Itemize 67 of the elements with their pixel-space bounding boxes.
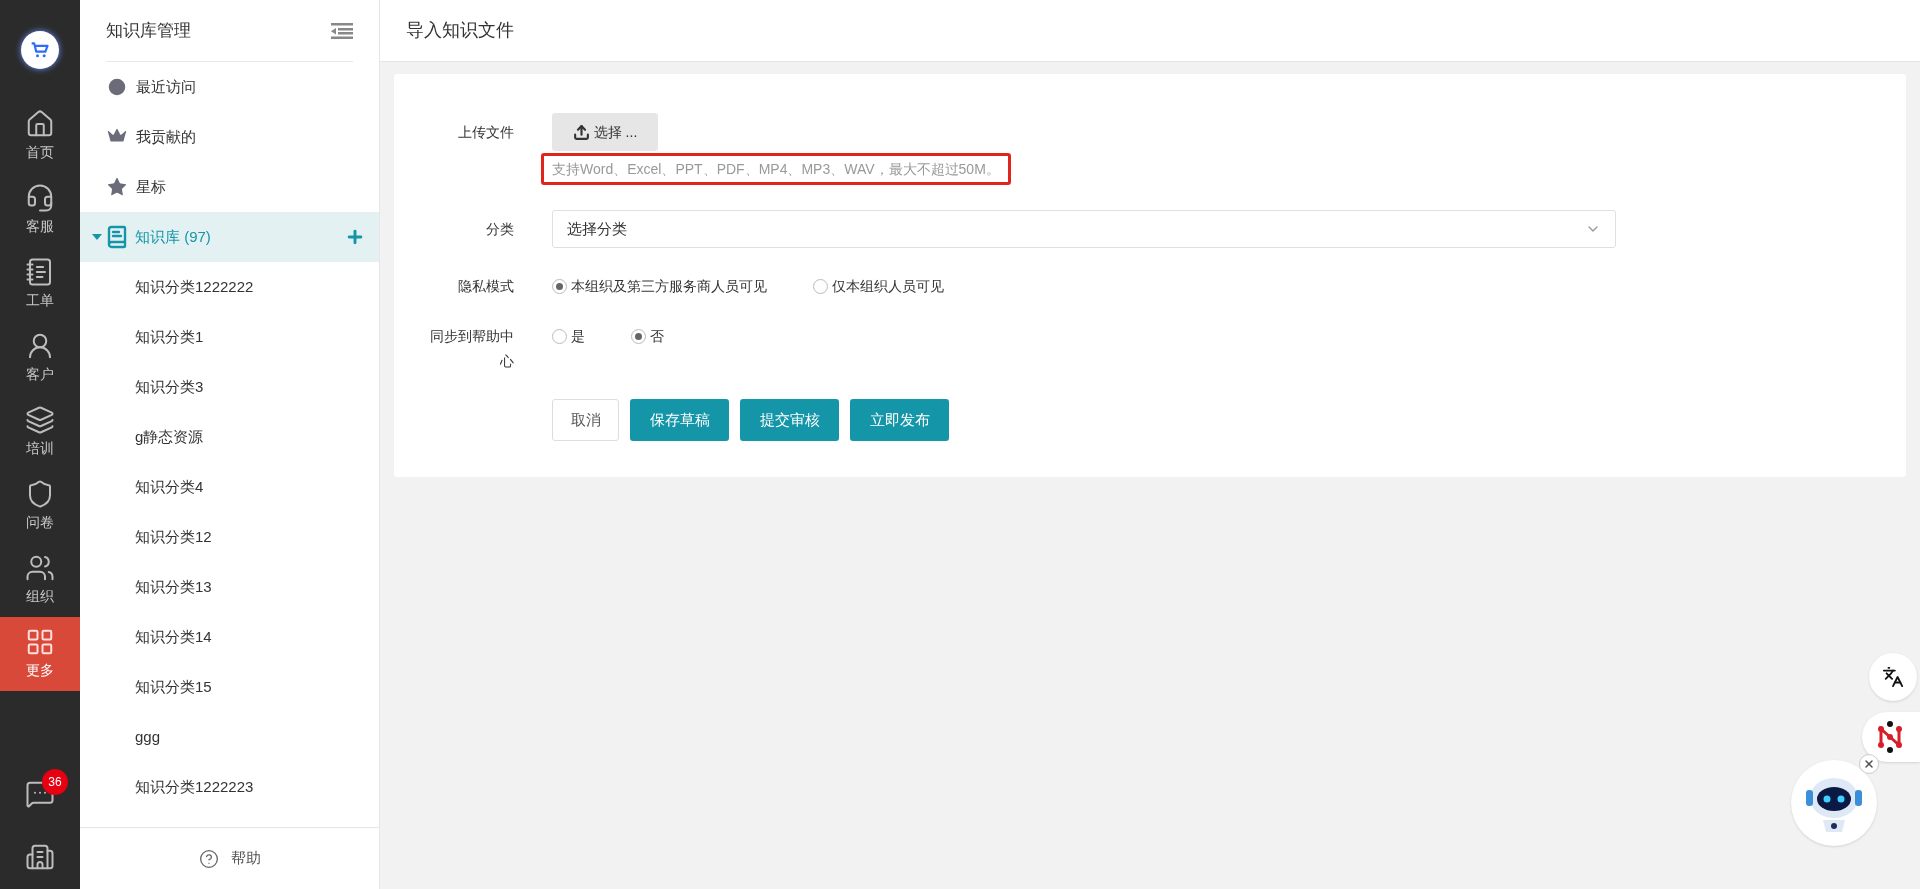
- nav-item[interactable]: 客服: [0, 173, 80, 247]
- collapse-icon[interactable]: [331, 22, 353, 39]
- upload-hint: 支持Word、Excel、PPT、PDF、MP4、MP3、WAV，最大不超过50M。: [552, 161, 1000, 177]
- action-button[interactable]: 提交审核: [740, 399, 839, 441]
- grid-icon: [25, 627, 55, 657]
- star-icon: [106, 176, 128, 198]
- sidebar-item[interactable]: 星标: [80, 162, 379, 212]
- nav-item[interactable]: 培训: [0, 395, 80, 469]
- radio-option[interactable]: 仅本组织人员可见: [813, 275, 944, 297]
- category-item[interactable]: g静态资源: [80, 412, 379, 462]
- building-icon: [25, 842, 55, 872]
- network-icon: [1877, 721, 1905, 753]
- caret-icon: [92, 233, 102, 241]
- category-item[interactable]: 知识分类4: [80, 462, 379, 512]
- category-item[interactable]: 知识分类12: [80, 512, 379, 562]
- close-icon: [1863, 758, 1875, 770]
- nav-item[interactable]: 问卷: [0, 469, 80, 543]
- floating-app-button[interactable]: [1862, 712, 1920, 762]
- nav-item[interactable]: 组织: [0, 543, 80, 617]
- people-icon: [25, 553, 55, 583]
- field-label: 上传文件: [458, 124, 514, 140]
- help-icon: [198, 848, 219, 869]
- close-button[interactable]: [1859, 754, 1879, 774]
- radio-button[interactable]: [631, 329, 646, 344]
- category-item[interactable]: 知识分类13: [80, 562, 379, 612]
- category-item[interactable]: ggg: [80, 712, 379, 762]
- category-item[interactable]: 知识分类3: [80, 362, 379, 412]
- field-label: 同步到帮助中心: [430, 328, 514, 369]
- chat-button[interactable]: 36: [0, 763, 80, 825]
- notification-badge: 36: [42, 769, 68, 795]
- radio-option[interactable]: 否: [631, 326, 664, 347]
- field-label: 隐私模式: [458, 277, 514, 294]
- action-button[interactable]: 保存草稿: [630, 399, 729, 441]
- radio-option[interactable]: 是: [552, 326, 585, 347]
- layers-icon: [25, 405, 55, 435]
- radio-button[interactable]: [552, 278, 567, 294]
- upload-button[interactable]: 选择 ...: [552, 113, 658, 151]
- sidebar-title: 知识库管理: [106, 19, 191, 42]
- category-item[interactable]: 知识分类15: [80, 662, 379, 712]
- sidebar-item[interactable]: 我贡献的: [80, 112, 379, 162]
- nav-item[interactable]: 更多: [0, 617, 80, 691]
- radio-button[interactable]: [813, 278, 828, 294]
- category-item[interactable]: 知识分类1222222: [80, 262, 379, 312]
- category-item[interactable]: 知识分类14: [80, 612, 379, 662]
- upload-icon: [572, 123, 590, 141]
- sidebar-item[interactable]: 最近访问: [80, 62, 379, 112]
- home-icon: [25, 109, 55, 139]
- nav-item[interactable]: 工单: [0, 247, 80, 321]
- radio-option[interactable]: 本组织及第三方服务商人员可见: [552, 275, 767, 297]
- headset-icon: [25, 183, 55, 213]
- logo-icon: [21, 30, 59, 69]
- category-item[interactable]: 知识分类1: [80, 312, 379, 362]
- action-button[interactable]: 取消: [552, 399, 619, 441]
- field-label: 分类: [486, 221, 514, 237]
- assistant-button[interactable]: [1791, 760, 1877, 846]
- category-item[interactable]: 知识分类1222223: [80, 762, 379, 812]
- help-link[interactable]: 帮助: [198, 847, 261, 870]
- page-title: 导入知识文件: [406, 19, 514, 42]
- nav-item[interactable]: 客户: [0, 321, 80, 395]
- category-select[interactable]: 选择分类: [552, 210, 1616, 248]
- translate-button[interactable]: [1869, 653, 1917, 701]
- nav-item[interactable]: 首页: [0, 99, 80, 173]
- translate-icon: [1882, 666, 1904, 688]
- action-button[interactable]: 立即发布: [850, 399, 949, 441]
- add-icon[interactable]: [345, 227, 365, 247]
- book-icon: [105, 225, 129, 249]
- radio-button[interactable]: [552, 329, 567, 344]
